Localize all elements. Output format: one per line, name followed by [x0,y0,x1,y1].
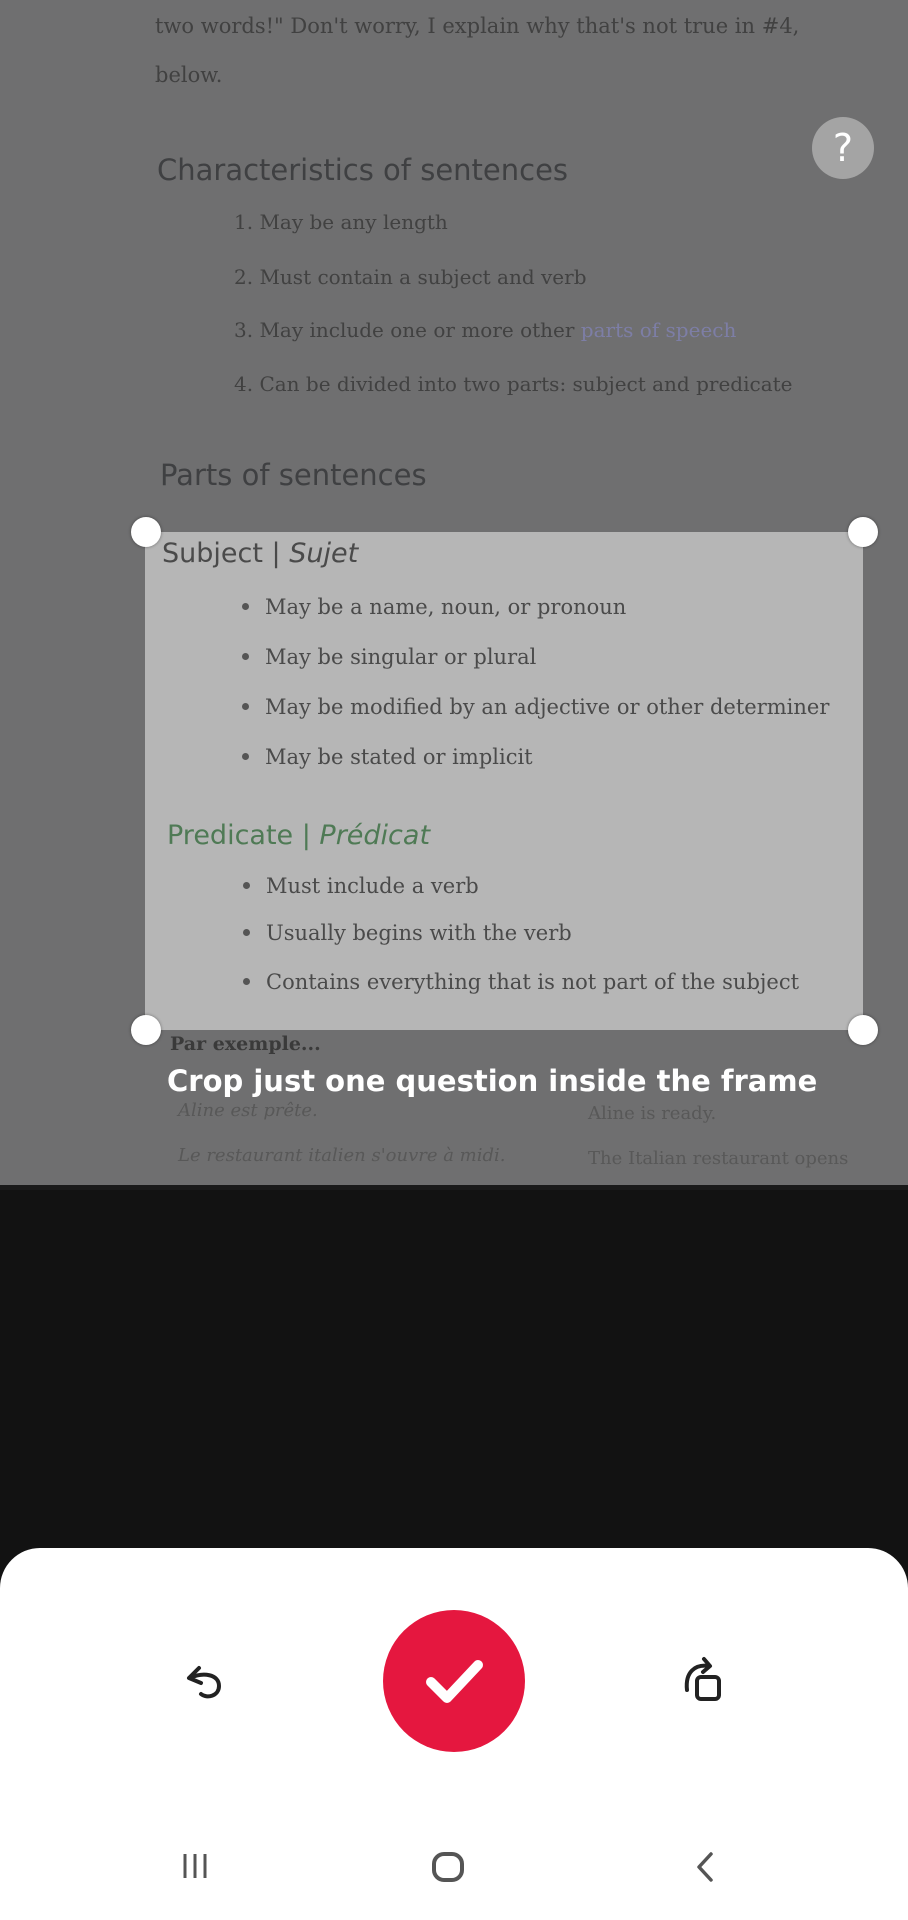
doc-text-line: two words!" Don't worry, I explain why t… [155,14,800,38]
subject-heading: Subject | Sujet [162,538,359,569]
predicate-heading: Predicate | Prédicat [167,820,431,851]
crop-handle-bottom-left[interactable] [131,1015,161,1045]
rotate-right-button[interactable] [675,1650,735,1710]
characteristics-heading: Characteristics of sentences [157,153,569,187]
recent-apps-button[interactable] [180,1851,210,1881]
example-french: Le restaurant italien s'ouvre à midi. [178,1145,506,1166]
dark-background [0,1185,908,1190]
example-french: Aline est prête. [178,1100,318,1121]
back-button[interactable] [692,1850,718,1884]
characteristic-item: 2. Must contain a subject and verb [234,265,587,289]
help-button[interactable]: ? [812,117,874,179]
characteristic-item: 3. May include one or more other parts o… [234,318,737,342]
back-icon [697,1852,713,1882]
confirm-crop-button[interactable] [383,1610,525,1752]
characteristic-item: 4. Can be divided into two parts: subjec… [234,372,793,396]
parts-heading: Parts of sentences [160,458,427,492]
characteristic-item: 1. May be any length [234,210,448,234]
subject-item: May be stated or implicit [242,745,533,769]
subject-item: May be a name, noun, or pronoun [242,595,626,619]
crop-frame[interactable]: Subject | Sujet May be a name, noun, or … [145,532,863,1030]
example-english: Aline is ready. [588,1103,717,1124]
predicate-item: Usually begins with the verb [243,921,572,945]
rotate-left-icon [187,1666,222,1699]
rotate-right-icon [684,1657,721,1701]
checkmark-icon [426,1660,483,1703]
parts-of-speech-link: parts of speech [580,318,737,342]
doc-text-line: below. [155,63,223,87]
crop-instruction: Crop just one question inside the frame [167,1064,818,1098]
example-english: The Italian restaurant opens [588,1148,849,1169]
crop-handle-bottom-right[interactable] [848,1015,878,1045]
crop-handle-top-right[interactable] [848,517,878,547]
subject-item: May be singular or plural [242,645,536,669]
rotate-left-button[interactable] [175,1650,235,1710]
example-label: Par exemple... [170,1033,321,1055]
subject-item: May be modified by an adjective or other… [242,695,829,719]
predicate-item: Must include a verb [243,874,479,898]
predicate-item: Contains everything that is not part of … [243,970,799,994]
recent-apps-icon [183,1854,207,1878]
home-button[interactable] [432,1852,464,1882]
crop-handle-top-left[interactable] [131,517,161,547]
